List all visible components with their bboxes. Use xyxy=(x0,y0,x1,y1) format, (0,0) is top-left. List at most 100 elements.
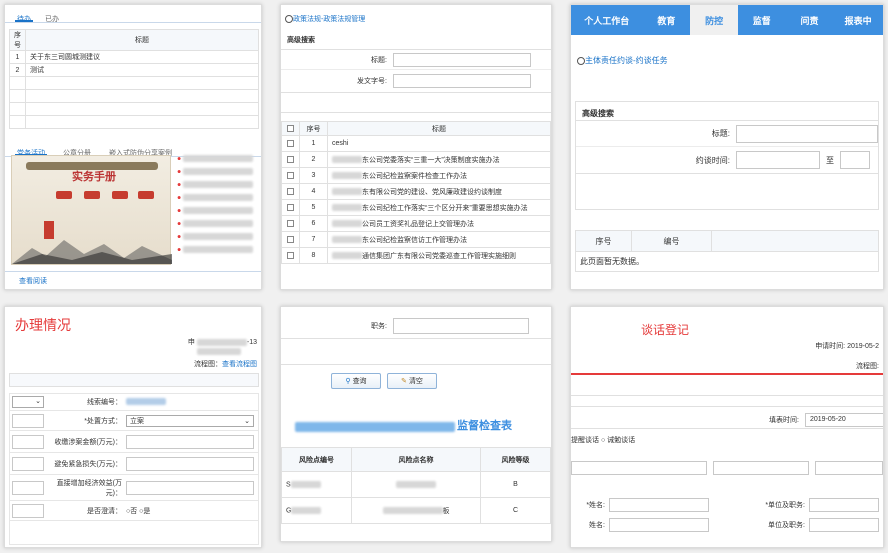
title-input[interactable] xyxy=(393,52,531,67)
confiscated-amount-input[interactable] xyxy=(126,434,254,449)
handbook-banner[interactable]: 实务手册 xyxy=(11,155,172,265)
select-all-checkbox[interactable] xyxy=(287,124,294,132)
panel-todo: 待办 已办 序号 标题 1 关于东三司圆城测建议 2 测试 党务活动 公章分册 … xyxy=(4,4,262,290)
nav-item[interactable]: 监督 xyxy=(738,5,786,35)
list-item[interactable]: ● xyxy=(177,207,259,220)
ink-mountains-image xyxy=(12,240,172,264)
row-checkbox[interactable] xyxy=(287,155,294,163)
search-button[interactable]: ⚲ 查询 xyxy=(331,373,381,389)
search-icon: ⚲ xyxy=(345,378,351,385)
doc-number-input[interactable] xyxy=(393,74,531,88)
list-item[interactable]: ● xyxy=(177,155,259,168)
table-row[interactable]: 2 测试 xyxy=(9,63,259,77)
list-item[interactable]: ● xyxy=(177,194,259,207)
title-input[interactable] xyxy=(736,124,878,143)
location-pin-icon xyxy=(285,15,293,24)
title-label: 标题: xyxy=(711,129,730,138)
table-row[interactable]: 3 东公司纪检监察案件检查工作办法 xyxy=(281,167,551,184)
economic-benefit-label: 直接增加经济效益(万元)： xyxy=(56,479,122,497)
nav-item[interactable]: 个人工作台 xyxy=(571,5,643,35)
table-row[interactable]: 2 东公司党委落实“三重一大”决策制度实施办法 xyxy=(281,151,551,168)
list-item[interactable]: ● xyxy=(177,168,259,181)
talk-type-radio[interactable]: 提醒谈话 ○ 诫勉谈话 xyxy=(571,435,635,445)
left-input[interactable] xyxy=(12,503,44,518)
search-title: 高级搜索 xyxy=(575,101,879,121)
meta-line: 申 -13 xyxy=(187,338,257,346)
top-nav: 个人工作台 教育 防控 监督 问责 报表中 xyxy=(571,5,883,35)
left-input[interactable] xyxy=(12,456,44,471)
search-form: 标题: 约谈时间: 至 xyxy=(575,121,879,174)
row-checkbox[interactable] xyxy=(287,251,294,259)
meta-blur xyxy=(197,348,241,355)
disposal-select[interactable]: 立案 ⌄ xyxy=(126,414,254,427)
col-header-risk-code: 风险点编号 xyxy=(281,447,352,472)
fill-time-input[interactable]: 2019-05-20 xyxy=(805,412,883,427)
view-reading-link[interactable]: 查看阅读 xyxy=(19,276,47,286)
breadcrumb: 政策法规-政策法规管理 xyxy=(281,5,551,25)
row-checkbox[interactable] xyxy=(287,171,294,179)
time-start-input[interactable] xyxy=(736,151,820,169)
chevron-down-icon: ⌄ xyxy=(244,417,250,425)
table-row[interactable]: 6 公司员工资奖礼品登记上交管理办法 xyxy=(281,215,551,232)
unit-label: *单位及职务: xyxy=(765,502,805,509)
clear-button[interactable]: ✎ 清空 xyxy=(387,373,437,389)
avoided-loss-label: 避免紧急损失(万元)： xyxy=(54,460,122,468)
col-header-title: 标题 xyxy=(327,121,551,136)
empty-message: 此页面暂无数据。 xyxy=(575,252,879,272)
view-flowchart-link[interactable]: 查看流程图 xyxy=(222,361,257,368)
nav-item[interactable]: 报表中 xyxy=(833,5,883,35)
nav-item[interactable]: 问责 xyxy=(786,5,834,35)
list-item[interactable]: ● xyxy=(177,181,259,194)
name-input[interactable] xyxy=(609,498,709,512)
left-input[interactable] xyxy=(12,413,44,428)
news-list: ● ● ● ● ● ● ● ● xyxy=(177,155,259,259)
unit-input-2[interactable] xyxy=(809,518,879,532)
nav-item[interactable]: 教育 xyxy=(643,5,691,35)
clarify-radio[interactable]: ○否 ○是 xyxy=(126,506,258,516)
list-item[interactable]: ● xyxy=(177,220,259,233)
search-title: 高级搜索 xyxy=(281,25,551,50)
unit-label-2: 单位及职务: xyxy=(768,522,805,529)
row-checkbox[interactable] xyxy=(287,187,294,195)
nav-item-active[interactable]: 防控 xyxy=(690,5,738,35)
col-header-no: 序号 xyxy=(299,121,328,136)
broom-icon: ✎ xyxy=(401,378,407,385)
collapse-select[interactable]: ⌄ xyxy=(12,396,44,408)
blank-input[interactable] xyxy=(713,461,809,475)
economic-benefit-input[interactable] xyxy=(126,480,254,495)
list-item[interactable]: ● xyxy=(177,233,259,246)
title-label: 标题: xyxy=(371,56,387,64)
left-input[interactable] xyxy=(12,434,44,449)
time-label: 约谈时间: xyxy=(695,155,730,165)
unit-input[interactable] xyxy=(809,498,879,512)
red-label-4 xyxy=(138,191,154,199)
table-row[interactable]: S B xyxy=(281,471,551,498)
table-row[interactable]: 1 ceshi xyxy=(281,135,551,152)
table-row[interactable]: 7 东公司纪检监察信访工作管理办法 xyxy=(281,231,551,248)
table-row[interactable]: 1 关于东三司圆城测建议 xyxy=(9,50,259,64)
tab-todo[interactable]: 待办 xyxy=(15,11,33,23)
name-input-2[interactable] xyxy=(609,518,709,532)
table-row[interactable]: 5 东公司纪检工作落实“三个区分开来”重要思想实施办法 xyxy=(281,199,551,216)
blank-input[interactable] xyxy=(815,461,883,475)
to-label: 至 xyxy=(826,155,834,165)
panel-policy: 政策法规-政策法规管理 高级搜索 标题: 发文字号: 序号 标题 1 ceshi … xyxy=(280,4,552,290)
tab-done[interactable]: 已办 xyxy=(43,11,61,23)
confiscated-amount-label: 收缴涉案金额(万元)： xyxy=(54,438,122,446)
left-input[interactable] xyxy=(12,480,44,495)
time-end-input[interactable] xyxy=(840,151,870,169)
clue-number-value xyxy=(126,398,258,406)
red-label-3 xyxy=(112,191,128,199)
row-checkbox[interactable] xyxy=(287,203,294,211)
table-row[interactable]: G 板 C xyxy=(281,497,551,524)
list-item[interactable]: ● xyxy=(177,246,259,259)
row-checkbox[interactable] xyxy=(287,219,294,227)
blank-input[interactable] xyxy=(571,461,707,475)
duty-input[interactable] xyxy=(393,317,529,334)
table-row[interactable]: 8 通信集团广东有限公司党委巡查工作管理实施细则 xyxy=(281,247,551,264)
table-row[interactable]: 4 东有限公司党的建设、党风廉政建设约谈制度 xyxy=(281,183,551,200)
row-checkbox[interactable] xyxy=(287,139,294,147)
clue-number-label: 线索编号： xyxy=(87,399,122,406)
row-checkbox[interactable] xyxy=(287,235,294,243)
avoided-loss-input[interactable] xyxy=(126,456,254,471)
